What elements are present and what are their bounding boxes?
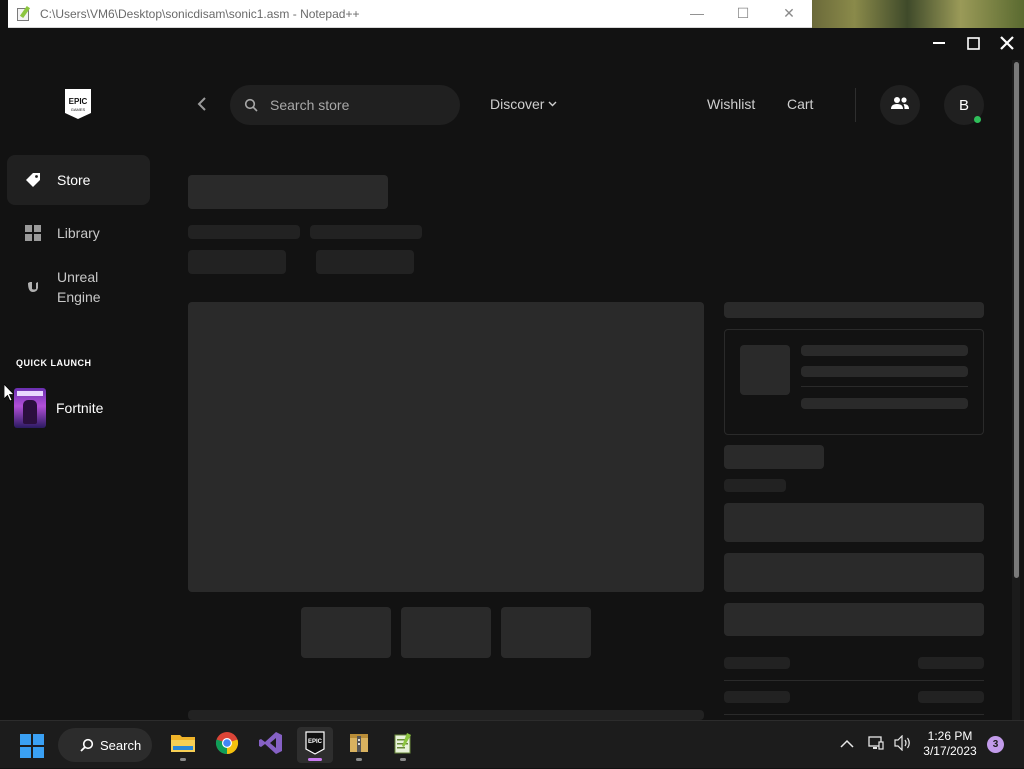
taskbar-notepad-plus-plus[interactable]	[385, 727, 421, 763]
chevron-down-icon	[548, 99, 557, 110]
visual-studio-icon	[259, 731, 283, 760]
skeleton-line	[801, 345, 968, 356]
folder-icon	[170, 732, 196, 759]
sidebar-item-store[interactable]: Store	[7, 155, 150, 205]
windows-start-button[interactable]	[20, 734, 44, 758]
quick-launch-heading: QUICK LAUNCH	[16, 358, 92, 368]
epic-games-logo[interactable]: EPIC GAMES	[64, 88, 92, 120]
epic-close-button[interactable]	[990, 28, 1024, 58]
sidebar: EPIC GAMES Store Library Unreal Engine Q…	[0, 28, 160, 720]
system-tray	[840, 721, 912, 769]
notepad-window-titlebar[interactable]: C:\Users\VM6\Desktop\sonicdisam\sonic1.a…	[8, 0, 812, 28]
taskbar-search-label: Search	[100, 737, 142, 753]
sidebar-item-label: Library	[57, 225, 100, 241]
svg-text:GAMES: GAMES	[71, 107, 86, 112]
back-button[interactable]	[196, 96, 212, 114]
skeleton-line	[724, 691, 790, 703]
epic-games-icon: EPIC	[305, 730, 325, 760]
skeleton-thumbnail	[401, 607, 491, 658]
search-store-input[interactable]: Search store	[230, 85, 460, 125]
desktop-wallpaper	[812, 0, 1024, 28]
clock-date: 3/17/2023	[923, 744, 977, 758]
skeleton-button	[724, 503, 984, 542]
svg-text:EPIC: EPIC	[308, 739, 323, 745]
skeleton-divider	[724, 714, 984, 715]
sidebar-item-label: Store	[57, 172, 91, 188]
taskbar-archive-manager[interactable]	[341, 727, 377, 763]
cart-link[interactable]: Cart	[787, 96, 813, 112]
discover-label: Discover	[490, 96, 545, 112]
epic-maximize-button[interactable]	[956, 28, 990, 58]
svg-text:EPIC: EPIC	[69, 97, 88, 106]
tag-icon	[23, 170, 43, 190]
skeleton-section	[188, 710, 704, 720]
skeleton-line	[188, 225, 300, 239]
quick-launch-label: Fortnite	[56, 400, 104, 416]
skeleton-button	[724, 553, 984, 592]
quick-launch-fortnite[interactable]: Fortnite	[14, 388, 103, 428]
skeleton-line	[918, 657, 984, 669]
sidebar-item-library[interactable]: Library	[7, 208, 150, 258]
notepad-plus-plus-icon	[391, 731, 415, 760]
mouse-cursor-icon	[3, 383, 15, 402]
taskbar: Search EPIC 1:26 PM 3/17/2023 3	[0, 720, 1024, 768]
search-placeholder: Search store	[270, 97, 350, 113]
friends-button[interactable]	[880, 85, 920, 125]
volume-icon[interactable]	[894, 734, 912, 756]
scrollbar-thumb[interactable]	[1014, 62, 1019, 578]
skeleton-chip	[316, 250, 414, 274]
notepad-window-title: C:\Users\VM6\Desktop\sonicdisam\sonic1.a…	[40, 6, 360, 21]
sidebar-item-unreal-engine[interactable]: Unreal Engine	[7, 261, 150, 313]
skeleton-card-image	[740, 345, 790, 395]
notification-badge[interactable]: 3	[987, 736, 1004, 753]
notepad-maximize-button[interactable]: ☐	[720, 5, 766, 22]
skeleton-price	[724, 445, 824, 469]
taskbar-visual-studio[interactable]	[253, 727, 289, 763]
skeleton-thumbnail	[501, 607, 591, 658]
sidebar-item-label: Unreal Engine	[57, 269, 101, 305]
skeleton-media	[188, 302, 704, 592]
skeleton-thumbnail	[301, 607, 391, 658]
network-icon[interactable]	[868, 735, 884, 756]
chevron-up-icon[interactable]	[840, 736, 854, 754]
skeleton-button	[724, 603, 984, 636]
search-icon	[80, 738, 94, 752]
fortnite-thumbnail	[14, 388, 46, 428]
online-status-dot	[974, 116, 981, 123]
skeleton-line	[801, 366, 968, 377]
skeleton-title	[188, 175, 388, 209]
clock-time: 1:26 PM	[927, 729, 973, 743]
epic-minimize-button[interactable]	[922, 28, 956, 58]
skeleton-line	[724, 657, 790, 669]
taskbar-clock[interactable]: 1:26 PM 3/17/2023	[914, 729, 986, 759]
skeleton-line	[310, 225, 422, 239]
skeleton-divider	[724, 680, 984, 681]
chrome-icon	[215, 731, 239, 760]
archive-icon	[347, 731, 371, 760]
taskbar-epic-games-launcher[interactable]: EPIC	[297, 727, 333, 763]
skeleton-line	[918, 691, 984, 703]
notepad-close-button[interactable]: ✕	[766, 5, 812, 22]
topbar-divider	[855, 88, 856, 122]
taskbar-chrome[interactable]	[209, 727, 245, 763]
grid-icon	[23, 223, 43, 243]
wishlist-link[interactable]: Wishlist	[707, 96, 755, 112]
taskbar-file-explorer[interactable]	[165, 727, 201, 763]
notepad-plus-plus-icon	[16, 5, 32, 22]
skeleton-chip	[188, 250, 286, 274]
skeleton-line	[724, 479, 786, 492]
skeleton-line	[724, 302, 984, 318]
unreal-icon	[23, 277, 43, 297]
skeleton-line	[801, 398, 968, 409]
friends-icon	[891, 96, 909, 115]
epic-games-launcher-window: EPIC GAMES Store Library Unreal Engine Q…	[0, 28, 1024, 720]
notepad-minimize-button[interactable]: —	[674, 5, 720, 22]
search-icon	[244, 98, 258, 112]
skeleton-divider	[801, 386, 968, 387]
discover-dropdown[interactable]: Discover	[490, 96, 557, 112]
taskbar-search-button[interactable]: Search	[58, 728, 152, 762]
